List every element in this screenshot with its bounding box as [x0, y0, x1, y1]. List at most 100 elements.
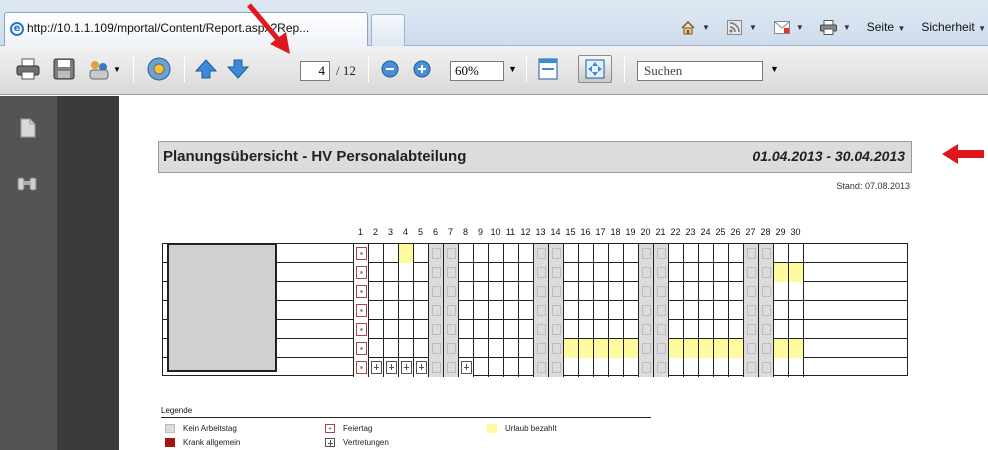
day-cell	[504, 263, 519, 282]
representation-cell	[414, 358, 429, 377]
vacation-cell	[714, 339, 729, 358]
print-icon[interactable]	[820, 19, 838, 35]
day-cell	[699, 358, 714, 377]
day-cell	[714, 358, 729, 377]
day-cell	[369, 263, 384, 282]
zoom-in-button[interactable]	[410, 55, 434, 83]
day-cell	[519, 320, 534, 339]
day-cell	[504, 301, 519, 320]
vacation-cell	[684, 339, 699, 358]
page-icon	[20, 118, 36, 138]
new-tab-button[interactable]	[371, 14, 405, 46]
zoom-out-button[interactable]	[378, 55, 402, 83]
day-number: 24	[700, 227, 711, 237]
weekend-cell	[744, 282, 759, 301]
day-cell	[414, 320, 429, 339]
legend-swatch	[325, 438, 335, 448]
day-cell	[774, 244, 789, 263]
day-cell	[399, 339, 414, 358]
zoom-dropdown-icon[interactable]: ▼	[508, 64, 517, 74]
day-cell	[489, 320, 504, 339]
day-number: 29	[775, 227, 786, 237]
pdf-toolbar: ▼ 4 / 12 60% ▼ Suchen ▼	[0, 46, 988, 95]
share-dropdown-icon[interactable]: ▼	[113, 65, 121, 74]
day-cell	[684, 282, 699, 301]
mail-dropdown-icon[interactable]: ▼	[796, 23, 804, 32]
holiday-cell	[354, 301, 369, 320]
day-cell	[564, 282, 579, 301]
home-dropdown-icon[interactable]: ▼	[702, 23, 710, 32]
comment-button[interactable]	[142, 55, 176, 83]
day-cell	[414, 244, 429, 263]
printer-icon	[16, 58, 40, 80]
next-page-button[interactable]	[224, 55, 252, 83]
weekend-cell	[534, 320, 549, 339]
share-button[interactable]: ▼	[84, 55, 124, 83]
fit-window-button[interactable]	[578, 55, 612, 83]
report-header: Planungsübersicht - HV Personalabteilung…	[158, 141, 912, 173]
fit-width-button[interactable]	[534, 55, 562, 83]
day-cell	[624, 244, 639, 263]
holiday-cell	[354, 320, 369, 339]
arrow-down-icon	[227, 59, 249, 79]
day-cell	[669, 320, 684, 339]
browser-tab[interactable]: e http://10.1.1.109/mportal/Content/Repo…	[4, 12, 368, 46]
previous-page-button[interactable]	[192, 55, 220, 83]
save-button[interactable]	[50, 55, 78, 83]
search-panel-button[interactable]	[16, 176, 38, 197]
gear-globe-icon	[147, 57, 171, 81]
day-cell	[369, 244, 384, 263]
collaborate-icon	[89, 61, 109, 80]
search-input[interactable]: Suchen	[637, 61, 763, 81]
legend-item-non-working: Kein Arbeitstag	[165, 424, 237, 434]
day-cell	[474, 320, 489, 339]
day-number: 16	[580, 227, 591, 237]
vacation-cell	[789, 339, 804, 358]
weekend-cell	[534, 301, 549, 320]
binoculars-icon	[17, 177, 37, 191]
print-button[interactable]	[14, 55, 42, 83]
day-cell	[684, 263, 699, 282]
home-icon[interactable]	[679, 19, 697, 35]
weekend-cell	[429, 244, 444, 263]
day-cell	[624, 282, 639, 301]
vacation-cell	[774, 339, 789, 358]
weekend-cell	[654, 301, 669, 320]
weekend-cell	[534, 339, 549, 358]
day-number: 12	[520, 227, 531, 237]
holiday-cell	[354, 244, 369, 263]
day-cell	[684, 301, 699, 320]
page-number-input[interactable]: 4	[300, 61, 330, 81]
weekend-cell	[639, 339, 654, 358]
print-dropdown-icon[interactable]: ▼	[843, 23, 851, 32]
security-menu[interactable]: Sicherheit ▼	[921, 20, 986, 34]
page-menu[interactable]: Seite ▼	[867, 20, 906, 34]
day-cell	[384, 244, 399, 263]
day-cell	[594, 244, 609, 263]
day-cell	[699, 263, 714, 282]
weekend-cell	[549, 358, 564, 377]
day-cell	[699, 301, 714, 320]
weekend-cell	[759, 339, 774, 358]
weekend-cell	[759, 263, 774, 282]
day-number: 5	[417, 227, 423, 237]
feeds-dropdown-icon[interactable]: ▼	[749, 23, 757, 32]
legend-label: Vertretungen	[343, 438, 389, 447]
day-cell	[414, 282, 429, 301]
day-cell	[459, 282, 474, 301]
search-dropdown-icon[interactable]: ▼	[770, 64, 779, 74]
day-cell	[669, 301, 684, 320]
mail-icon[interactable]	[773, 19, 791, 35]
day-cell	[624, 263, 639, 282]
day-cell	[564, 358, 579, 377]
pages-panel-button[interactable]	[20, 118, 36, 143]
feeds-icon[interactable]	[726, 19, 744, 35]
day-number: 30	[790, 227, 801, 237]
day-cell	[504, 282, 519, 301]
day-number: 20	[640, 227, 651, 237]
day-cell	[714, 244, 729, 263]
day-cell	[519, 244, 534, 263]
weekend-cell	[549, 339, 564, 358]
zoom-level-input[interactable]: 60%	[450, 61, 504, 81]
weekend-cell	[639, 320, 654, 339]
